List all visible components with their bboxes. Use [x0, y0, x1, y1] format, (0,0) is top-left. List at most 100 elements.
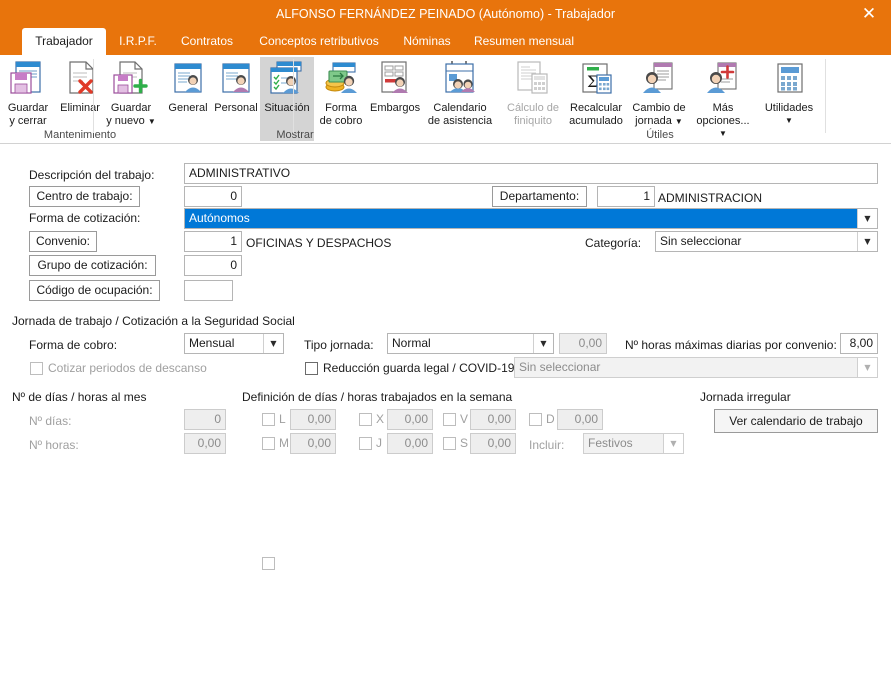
- save-new-icon: [104, 59, 158, 101]
- ribbon-label-text: jornada: [635, 114, 672, 127]
- centro-trabajo-input[interactable]: 0: [184, 186, 242, 207]
- tipo-jornada-numeric: 0,00: [559, 333, 607, 354]
- definicion-semana-title: Definición de días / horas trabajados en…: [242, 390, 513, 404]
- forma-cotizacion-combo[interactable]: Autónomos ▼: [184, 208, 878, 229]
- weekday-input-V: 0,00: [470, 409, 516, 430]
- ribbon-button-recalcular-acumulado[interactable]: Σ Recalcular acumulado: [564, 57, 628, 127]
- grupo-cotizacion-input[interactable]: 0: [184, 255, 242, 276]
- delete-document-icon: [56, 59, 104, 101]
- categoria-label: Categoría:: [585, 236, 642, 250]
- close-icon[interactable]: ✕: [847, 0, 891, 28]
- weekday-checkbox-X[interactable]: [359, 413, 372, 426]
- weekday-checkbox-L[interactable]: [262, 413, 275, 426]
- tab-contratos[interactable]: Contratos: [172, 28, 242, 55]
- chevron-down-icon[interactable]: ▼: [675, 117, 683, 126]
- tipo-jornada-label: Tipo jornada:: [304, 338, 374, 352]
- ribbon-button-personal[interactable]: Personal: [212, 57, 260, 115]
- reduccion-guarda-legal-checkbox[interactable]: [305, 362, 318, 375]
- ribbon-button-eliminar[interactable]: Eliminar: [56, 57, 104, 115]
- weekday-code-M: M: [279, 436, 289, 450]
- departamento-input[interactable]: 1: [597, 186, 655, 207]
- ribbon-button-embargos[interactable]: Embargos: [368, 57, 422, 115]
- ribbon-button-general[interactable]: General: [164, 57, 212, 115]
- tab-trabajador[interactable]: Trabajador: [22, 28, 106, 55]
- person-plus-icon: [690, 59, 756, 101]
- weekday-input-J: 0,00: [387, 433, 433, 454]
- person-list-icon: [628, 59, 690, 101]
- weekday-code-X: X: [376, 412, 385, 426]
- convenio-name-value: OFICINAS Y DESPACHOS: [246, 236, 392, 250]
- title-bar: ALFONSO FERNÁNDEZ PEINADO (Autónomo) - T…: [0, 0, 891, 28]
- ribbon-label-line1: Eliminar: [60, 102, 100, 114]
- incluir-combo[interactable]: Festivos ▼: [583, 433, 684, 454]
- descripcion-input[interactable]: ADMINISTRATIVO: [184, 163, 878, 184]
- weekday-input-S: 0,00: [470, 433, 516, 454]
- ribbon-button-cambio-de-jornada[interactable]: Cambio de jornada ▼: [628, 57, 690, 128]
- weekday-checkbox-D[interactable]: [529, 413, 542, 426]
- chevron-down-icon[interactable]: ▼: [533, 334, 553, 353]
- tab-nominas[interactable]: Nóminas: [396, 28, 458, 55]
- ribbon-label-line1: Forma: [325, 102, 357, 114]
- n-dias-label: Nº días:: [29, 414, 72, 428]
- forma-cobro-combo[interactable]: Mensual ▼: [184, 333, 284, 354]
- chevron-down-icon[interactable]: ▼: [857, 232, 877, 251]
- reduccion-guarda-legal-combo[interactable]: Sin seleccionar ▼: [514, 357, 878, 378]
- forma-cobro-label: Forma de cobro:: [29, 338, 118, 352]
- weekday-checkbox-J[interactable]: [359, 437, 372, 450]
- ribbon-label-line1: Personal: [214, 102, 258, 114]
- chevron-down-icon[interactable]: ▼: [263, 334, 283, 353]
- grupo-cotizacion-button[interactable]: Grupo de cotización:: [29, 255, 156, 276]
- ribbon-group-label-utiles: Útiles: [646, 129, 674, 141]
- weekday-checkbox-M[interactable]: [262, 437, 275, 450]
- ribbon-label-text: opciones...: [696, 114, 750, 127]
- ribbon-label-line1: Calendario: [433, 102, 487, 114]
- ribbon-label-line2: de asistencia: [427, 114, 493, 127]
- codigo-ocupacion-input[interactable]: [184, 280, 233, 301]
- tab-irpf[interactable]: I.R.P.F.: [110, 28, 166, 55]
- convenio-button[interactable]: Convenio:: [29, 231, 97, 252]
- ribbon-button-calendario-de-asistencia[interactable]: Calendario de asistencia: [422, 57, 498, 127]
- ver-calendario-trabajo-button[interactable]: Ver calendario de trabajo: [714, 409, 878, 433]
- situacion-check-person-icon: [260, 59, 314, 101]
- ribbon-label-line1: Utilidades: [756, 102, 822, 115]
- ribbon-button-guardar-y-cerrar[interactable]: Guardar y cerrar: [2, 57, 54, 127]
- centro-trabajo-button[interactable]: Centro de trabajo:: [29, 186, 140, 207]
- tipo-jornada-combo[interactable]: Normal ▼: [387, 333, 554, 354]
- weekday-code-J: J: [376, 436, 382, 450]
- ribbon-button-utilidades[interactable]: Utilidades ▼: [756, 57, 822, 127]
- ribbon-label-text: y nuevo: [106, 114, 145, 127]
- ribbon-label-line1: Embargos: [370, 102, 421, 114]
- convenio-input[interactable]: 1: [184, 231, 242, 252]
- cotizar-descanso-checkbox[interactable]: [30, 362, 43, 375]
- ribbon-label-line2: de cobro: [319, 114, 363, 127]
- sigma-calculator-icon: Σ: [564, 59, 628, 101]
- n-dias-input: 0: [184, 409, 226, 430]
- ribbon-button-forma-de-cobro[interactable]: Forma de cobro: [314, 57, 368, 127]
- calendar-people-icon: [422, 59, 498, 101]
- cotizar-descanso-label: Cotizar periodos de descanso: [48, 361, 207, 375]
- chevron-down-icon[interactable]: ▼: [148, 117, 156, 126]
- departamento-button[interactable]: Departamento:: [492, 186, 587, 207]
- ribbon-button-mas-opciones[interactable]: Más opciones... ▼: [690, 57, 756, 141]
- tab-strip: Trabajador I.R.P.F. Contratos Conceptos …: [0, 28, 891, 55]
- horas-maximas-input[interactable]: 8,00: [840, 333, 878, 354]
- tab-resumen-mensual[interactable]: Resumen mensual: [464, 28, 584, 55]
- money-person-icon: [314, 59, 368, 101]
- categoria-value: Sin seleccionar: [660, 234, 742, 248]
- tab-conceptos-retributivos[interactable]: Conceptos retributivos: [248, 28, 390, 55]
- incluir-label: Incluir:: [529, 438, 565, 452]
- weekday-code-L: L: [279, 412, 286, 426]
- weekday-checkbox-S[interactable]: [443, 437, 456, 450]
- chevron-down-icon[interactable]: ▼: [857, 358, 877, 377]
- chevron-down-icon[interactable]: ▼: [663, 434, 683, 453]
- chevron-down-icon[interactable]: ▼: [756, 115, 822, 128]
- weekday-checkbox-V[interactable]: [443, 413, 456, 426]
- ribbon-label-line2: jornada ▼: [628, 115, 690, 129]
- save-close-icon: [2, 59, 54, 101]
- chevron-down-icon[interactable]: ▼: [857, 209, 877, 228]
- ribbon-label-line1: Guardar: [110, 102, 152, 114]
- codigo-ocupacion-button[interactable]: Código de ocupación:: [29, 280, 160, 301]
- ribbon-label-line1: Más: [712, 102, 734, 114]
- categoria-combo[interactable]: Sin seleccionar ▼: [655, 231, 878, 252]
- ribbon-button-guardar-y-nuevo[interactable]: Guardar y nuevo ▼: [104, 57, 158, 128]
